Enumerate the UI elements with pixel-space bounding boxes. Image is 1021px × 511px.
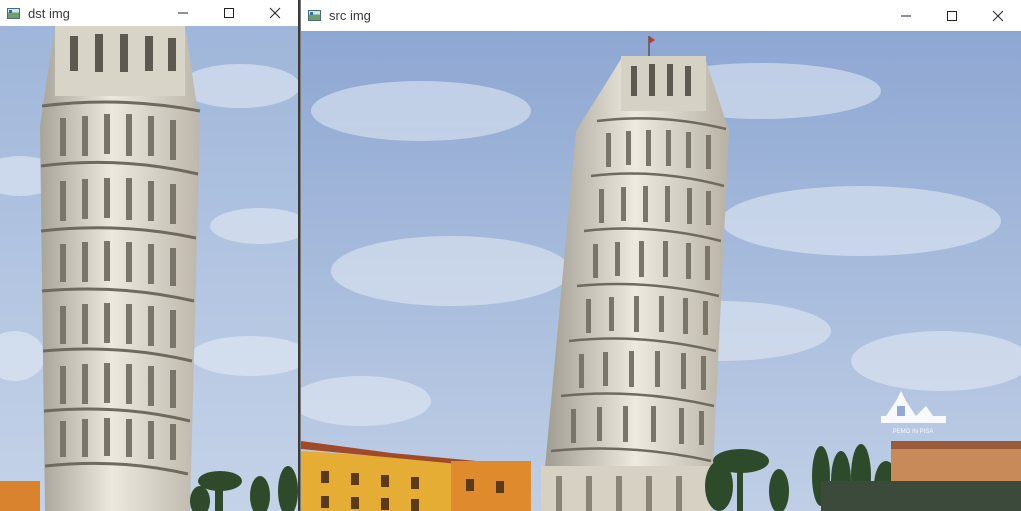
minimize-icon — [901, 15, 911, 16]
svg-text:PEMO IN PISA: PEMO IN PISA — [893, 429, 934, 435]
dst-image — [0, 26, 298, 511]
maximize-icon — [947, 10, 957, 21]
window-app-icon — [308, 10, 321, 21]
maximize-icon — [224, 8, 234, 18]
close-button[interactable] — [252, 0, 298, 26]
src-titlebar[interactable]: src img — [301, 0, 1021, 31]
dst-titlebar[interactable]: dst img — [0, 0, 298, 26]
src-image: PEMO IN PISA — [301, 31, 1021, 511]
minimize-icon — [178, 12, 188, 14]
close-button[interactable] — [975, 0, 1021, 31]
minimize-button[interactable] — [883, 0, 929, 31]
window-app-icon — [7, 7, 20, 19]
close-icon — [992, 10, 1004, 21]
src-window-title: src img — [329, 8, 371, 23]
dst-img-window: dst img — [0, 0, 298, 511]
minimize-button[interactable] — [160, 0, 206, 26]
dst-image-canvas — [0, 26, 298, 511]
src-img-window: src img PEMO IN PISA — [300, 0, 1021, 511]
maximize-button[interactable] — [929, 0, 975, 31]
dst-window-title: dst img — [28, 5, 70, 21]
src-image-canvas: PEMO IN PISA — [301, 31, 1021, 511]
maximize-button[interactable] — [206, 0, 252, 26]
close-icon — [269, 7, 281, 19]
